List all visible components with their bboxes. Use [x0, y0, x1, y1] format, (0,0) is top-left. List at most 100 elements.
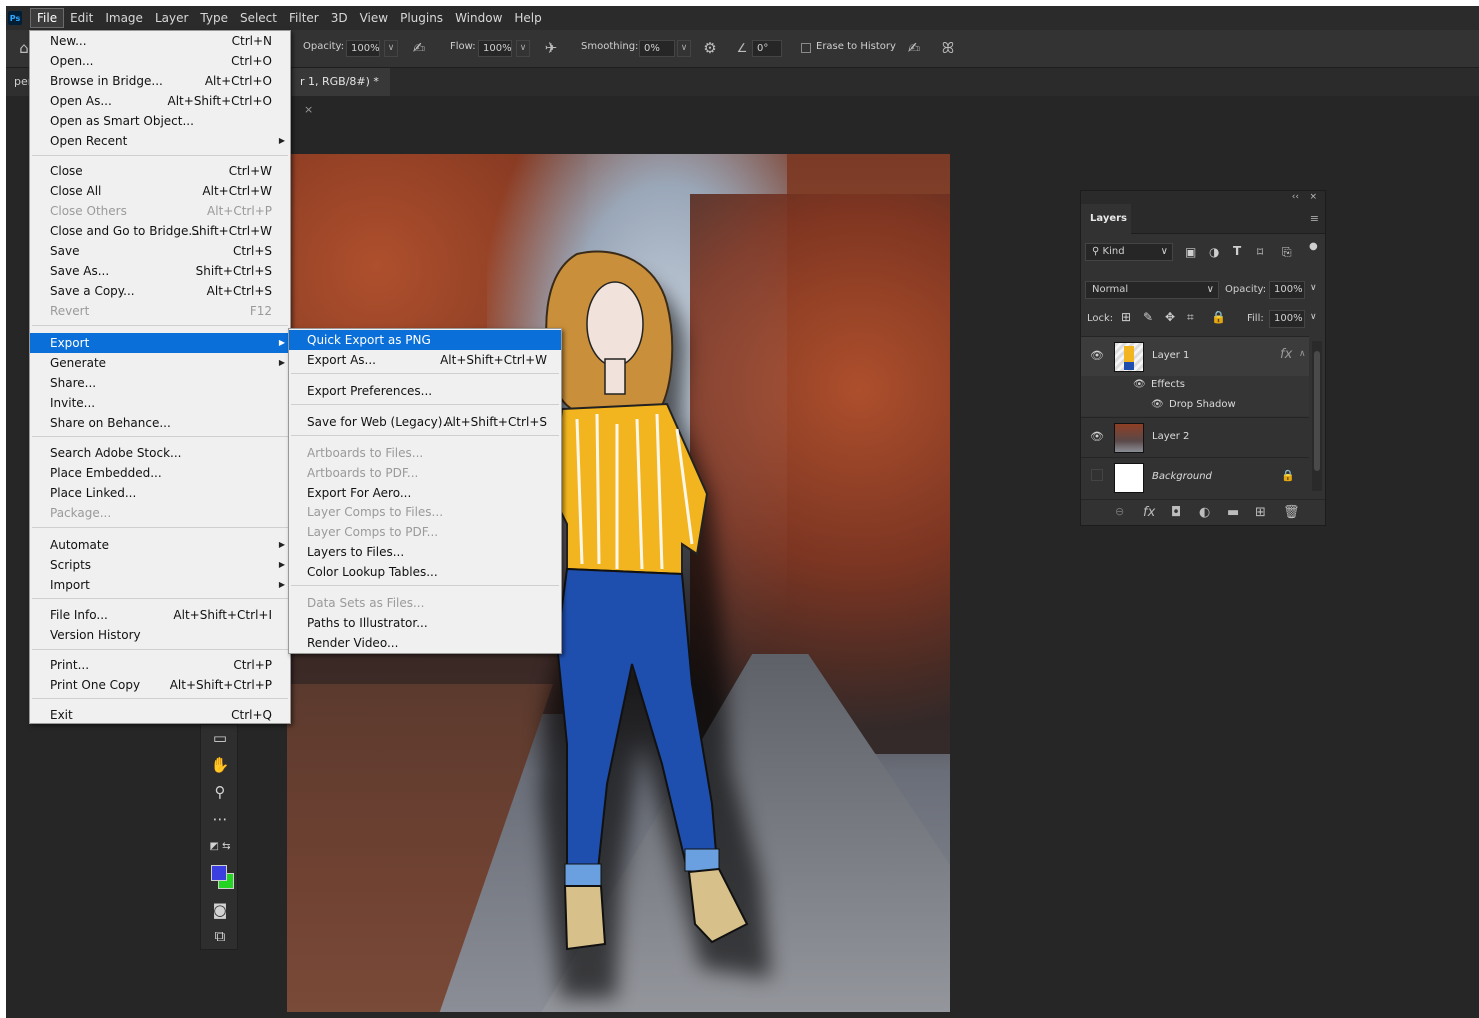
- pressure-size-icon[interactable]: ✍: [904, 38, 924, 58]
- file-menu-generate[interactable]: Generate ▶: [30, 353, 290, 373]
- file-menu-save-as[interactable]: Save As... Shift+Ctrl+S: [30, 261, 290, 281]
- file-menu-browse-in-bridge[interactable]: Browse in Bridge... Alt+Ctrl+O: [30, 71, 290, 91]
- document-tab-active[interactable]: r 1, RGB/8#) * ×: [292, 68, 390, 116]
- flow-input[interactable]: 100%: [478, 40, 512, 57]
- delete-layer-trash-icon[interactable]: 🗑: [1283, 505, 1300, 520]
- chevron-down-icon[interactable]: ∨: [1310, 283, 1317, 293]
- airbrush-icon[interactable]: ✈: [541, 38, 561, 58]
- link-layers-icon[interactable]: ⊖: [1115, 505, 1124, 518]
- add-mask-icon[interactable]: ◘: [1171, 505, 1181, 520]
- visibility-eye-icon[interactable]: 👁: [1089, 430, 1105, 443]
- close-tab-icon[interactable]: ×: [304, 103, 313, 116]
- add-layer-style-fx-icon[interactable]: fx: [1143, 505, 1155, 520]
- filter-toggle-icon[interactable]: ●: [1309, 241, 1318, 252]
- file-menu-version-history[interactable]: Version History: [30, 625, 290, 645]
- menu-filter[interactable]: Filter: [283, 8, 325, 28]
- menu-window[interactable]: Window: [449, 8, 508, 28]
- type-layer-filter-icon[interactable]: T: [1233, 244, 1241, 258]
- panel-menu-icon[interactable]: ≡: [1310, 212, 1319, 225]
- scrollbar-thumb[interactable]: [1314, 351, 1320, 471]
- menu-view[interactable]: View: [354, 8, 394, 28]
- menu-3d[interactable]: 3D: [325, 8, 354, 28]
- export-save-for-web[interactable]: Save for Web (Legacy)... Alt+Shift+Ctrl+S: [289, 412, 561, 432]
- opacity-dropdown-icon[interactable]: ∨: [384, 40, 398, 57]
- smoothing-input[interactable]: 0%: [639, 40, 675, 57]
- lock-transparent-pixels-icon[interactable]: ⊞: [1121, 310, 1131, 324]
- file-menu-share-on-behance[interactable]: Share on Behance...: [30, 413, 290, 433]
- file-menu-automate[interactable]: Automate ▶: [30, 535, 290, 555]
- rectangle-tool-icon[interactable]: ▭: [201, 725, 239, 752]
- file-menu-close-and-go-to-bridge[interactable]: Close and Go to Bridge... Shift+Ctrl+W: [30, 221, 290, 241]
- export-export-as[interactable]: Export As... Alt+Shift+Ctrl+W: [289, 350, 561, 370]
- lock-position-icon[interactable]: ✥: [1165, 310, 1175, 324]
- new-adjustment-layer-icon[interactable]: ◐: [1199, 505, 1210, 520]
- export-render-video[interactable]: Render Video...: [289, 633, 561, 653]
- new-layer-icon[interactable]: ⊞: [1255, 505, 1266, 520]
- file-menu-export[interactable]: Export ▶: [30, 333, 290, 353]
- layer-row-background[interactable]: Background 🔒: [1081, 457, 1309, 497]
- file-menu-print[interactable]: Print... Ctrl+P: [30, 655, 290, 675]
- drop-shadow-effect-row[interactable]: 👁 Drop Shadow: [1081, 396, 1309, 416]
- file-menu-save-a-copy[interactable]: Save a Copy... Alt+Ctrl+S: [30, 281, 290, 301]
- visibility-toggle-empty[interactable]: [1091, 469, 1103, 481]
- drop-shadow-eye-icon[interactable]: 👁: [1151, 399, 1164, 410]
- close-panel-icon[interactable]: ×: [1309, 191, 1317, 204]
- fill-input[interactable]: 100%: [1269, 310, 1305, 328]
- layer-filter-kind-select[interactable]: ⚲ Kind ∨: [1085, 243, 1173, 261]
- menu-select[interactable]: Select: [234, 8, 283, 28]
- layer-row-layer-1[interactable]: 👁 Layer 1 fx ∧: [1081, 336, 1309, 376]
- layer-opacity-input[interactable]: 100%: [1269, 281, 1305, 299]
- lock-image-pixels-icon[interactable]: ✎: [1143, 310, 1153, 324]
- gear-icon[interactable]: ⚙: [700, 38, 720, 58]
- file-menu-share[interactable]: Share...: [30, 373, 290, 393]
- file-menu-close[interactable]: Close Ctrl+W: [30, 161, 290, 181]
- file-menu-search-adobe-stock[interactable]: Search Adobe Stock...: [30, 443, 290, 463]
- file-menu-exit[interactable]: Exit Ctrl+Q: [30, 705, 290, 725]
- menu-image[interactable]: Image: [99, 8, 149, 28]
- layer-effects-fx-icon[interactable]: fx: [1280, 347, 1292, 362]
- export-layers-to-files[interactable]: Layers to Files...: [289, 542, 561, 562]
- more-tools-icon[interactable]: ⋯: [201, 806, 239, 833]
- layers-scrollbar[interactable]: [1312, 341, 1322, 491]
- export-color-lookup-tables[interactable]: Color Lookup Tables...: [289, 562, 561, 582]
- smoothing-dropdown-icon[interactable]: ∨: [677, 40, 691, 57]
- pixel-layer-filter-icon[interactable]: ▣: [1185, 245, 1196, 259]
- file-menu-file-info[interactable]: File Info... Alt+Shift+Ctrl+I: [30, 605, 290, 625]
- pressure-opacity-icon[interactable]: ✍: [409, 38, 429, 58]
- adjustment-layer-filter-icon[interactable]: ◑: [1209, 245, 1219, 259]
- file-menu-import[interactable]: Import ▶: [30, 575, 290, 595]
- quick-mask-icon[interactable]: ◙: [201, 897, 239, 924]
- file-menu-open-as-smart-object[interactable]: Open as Smart Object...: [30, 111, 290, 131]
- screen-mode-icon[interactable]: ⧉: [201, 923, 239, 950]
- file-menu-invite[interactable]: Invite...: [30, 393, 290, 413]
- smart-object-filter-icon[interactable]: ⎘: [1282, 245, 1292, 260]
- chevron-down-icon[interactable]: ∨: [1310, 312, 1317, 322]
- export-for-aero[interactable]: Export For Aero...: [289, 483, 561, 503]
- file-menu-save[interactable]: Save Ctrl+S: [30, 241, 290, 261]
- file-menu-new[interactable]: New... Ctrl+N: [30, 31, 290, 51]
- collapse-panel-icon[interactable]: ‹‹: [1292, 191, 1299, 204]
- file-menu-open-as[interactable]: Open As... Alt+Shift+Ctrl+O: [30, 91, 290, 111]
- opacity-input[interactable]: 100%: [346, 40, 380, 57]
- layer-effects-row[interactable]: 👁 Effects: [1081, 376, 1309, 396]
- erase-to-history-checkbox[interactable]: [801, 43, 811, 53]
- menu-layer[interactable]: Layer: [149, 8, 194, 28]
- chevron-up-icon[interactable]: ∧: [1299, 349, 1306, 359]
- blend-mode-select[interactable]: Normal ∨: [1085, 281, 1219, 299]
- lock-icon[interactable]: 🔒: [1281, 469, 1295, 482]
- angle-input[interactable]: 0°: [752, 40, 782, 57]
- symmetry-icon[interactable]: ꕤ: [938, 38, 958, 58]
- export-quick-export-png[interactable]: Quick Export as PNG: [289, 330, 561, 350]
- swap-colors-icon[interactable]: ◩ ⇆: [201, 833, 239, 860]
- file-menu-scripts[interactable]: Scripts ▶: [30, 555, 290, 575]
- visibility-eye-icon[interactable]: 👁: [1089, 349, 1105, 362]
- shape-layer-filter-icon[interactable]: ⌑: [1257, 245, 1263, 259]
- flow-dropdown-icon[interactable]: ∨: [516, 40, 530, 57]
- lock-all-icon[interactable]: 🔒: [1211, 310, 1226, 324]
- lock-artboard-icon[interactable]: ⌗: [1187, 310, 1194, 325]
- layer-row-layer-2[interactable]: 👁 Layer 2: [1081, 417, 1309, 457]
- file-menu-place-linked[interactable]: Place Linked...: [30, 483, 290, 503]
- menu-edit[interactable]: Edit: [64, 8, 99, 28]
- layers-tab[interactable]: Layers: [1081, 204, 1131, 234]
- export-paths-to-illustrator[interactable]: Paths to Illustrator...: [289, 613, 561, 633]
